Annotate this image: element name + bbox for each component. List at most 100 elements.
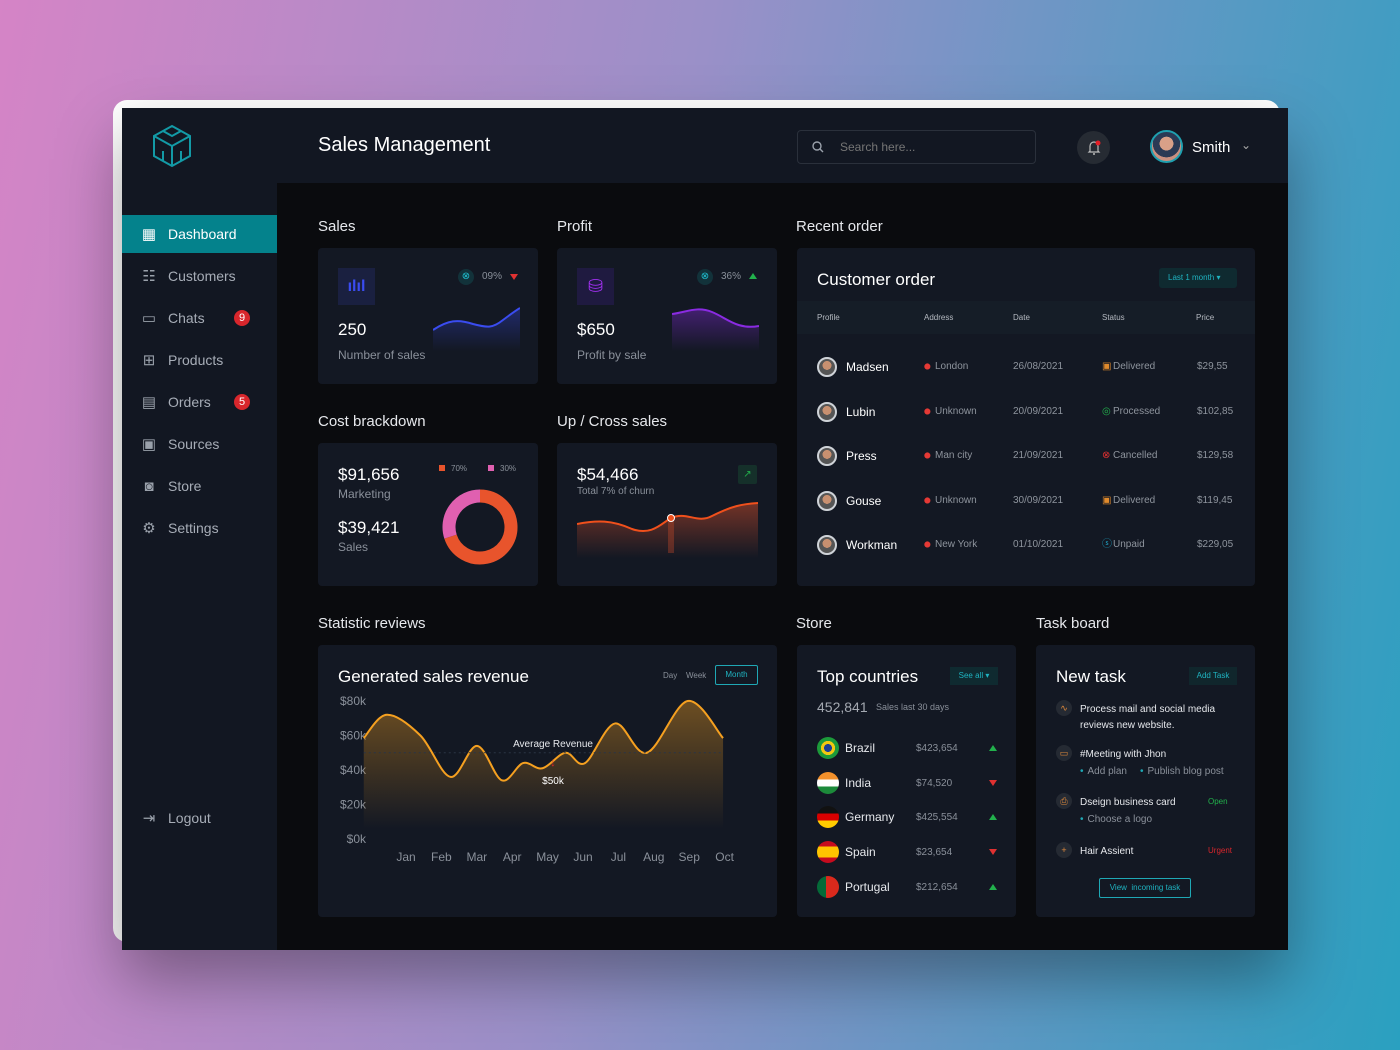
arrow-down-icon: ↓ [550,755,556,769]
status-text: Processed [1113,405,1161,417]
bar-chart-icon: ılıl [338,268,375,305]
task-title: #Meeting with Jhon [1080,749,1167,760]
trend-down-icon [989,849,997,856]
app-window: ▦ Dashboard ☷ Customers ▭ Chats 9 ⊞ Products ▤ Ord… [122,108,1288,950]
country-value: $212,654 [916,881,958,893]
task-item[interactable]: ∿ Process mail and social media reviews n… [1036,700,1255,740]
x-tick-label: May [536,850,559,864]
sidebar-item-store[interactable]: ◙ Store [122,467,277,505]
task-tag: Urgent [1208,846,1233,855]
customer-name: Lubin [846,404,876,419]
price: $102,85 [1197,405,1234,417]
task-title: Dseign business card [1080,797,1176,808]
search-box[interactable] [797,130,1036,164]
price: $229,05 [1197,539,1234,550]
period-dropdown-label: Last 1 month [1168,273,1215,282]
status-icon: ◎ [1102,405,1111,417]
sidebar-item-sources[interactable]: ▣ Sources [122,425,277,463]
page-title: Sales Management [318,134,491,156]
subtask: Add plan [1080,766,1127,777]
task-item[interactable]: + Hair Assient Urgent [1036,842,1255,882]
video-icon: ▭ [1056,745,1072,761]
dashboard-icon: ▦ [141,226,157,243]
sales-card: ılıl ⊗ 09% 250 Number of sales [318,248,538,384]
view-incoming-task-button[interactable]: View incoming task [1099,878,1191,898]
trend-down-icon [510,274,518,280]
user-avatar[interactable] [1150,130,1183,163]
x-tick-label: Jan [396,850,415,864]
profit-card: ⛁ ⊗ 36% $650 Profit by sale [557,248,777,384]
location-pin-icon: ⬤ [924,364,931,370]
sidebar-item-customers[interactable]: ☷ Customers [122,257,277,295]
column-header: Address [924,313,954,322]
task-tag: Open [1208,797,1228,806]
logout-icon: ⇥ [142,810,156,827]
gear-icon: ⚙ [142,520,156,537]
trend-up-icon [989,883,997,890]
subtask: Publish blog post [1140,766,1224,777]
sidebar: ▦ Dashboard ☷ Customers ▭ Chats 9 ⊞ Products ▤ Ord… [122,108,277,950]
top-countries-title: Top countries [817,667,919,686]
cross-sales-card: $54,466 Total 7% of churn ↗ [557,443,777,586]
address: Unknown [935,405,977,417]
gift-icon: ⊞ [142,352,156,369]
stats-section-title: Statistic reviews [318,615,426,632]
sidebar-item-settings[interactable]: ⚙ Settings [122,509,277,547]
add-task-button[interactable]: Add Task [1189,667,1237,685]
flag-germany-icon [817,806,839,829]
country-value: $74,520 [916,777,953,789]
period-dropdown[interactable]: Last 1 month ▾ [1159,268,1237,288]
see-all-dropdown[interactable]: See all ▾ [950,667,998,685]
table-row[interactable]: Press ⬤ Man city 21/09/2021 ⊗ Cancelled $129,5… [797,441,1255,471]
sidebar-item-dashboard[interactable]: ▦ Dashboard [122,215,277,253]
sidebar-item-label: Dashboard [168,226,237,242]
table-row[interactable]: Gouse ⬤ Unknown 30/09/2021 ▣ Delivered $119,45 [797,486,1255,516]
notification-button[interactable] [1077,131,1110,164]
x-circle-icon: ⊗ [458,269,474,285]
location-pin-icon: ⬤ [924,497,931,504]
avatar [817,401,837,422]
avatar [817,535,837,555]
chat-icon: ▭ [141,310,157,327]
sidebar-item-orders[interactable]: ▤ Orders 5 [122,383,277,421]
task-item[interactable]: ⎙ Dseign business card Open Choose a logo [1036,793,1255,833]
customer-name: Madsen [846,360,889,374]
logout-button[interactable]: ⇥ Logout [122,799,277,837]
sidebar-item-label: Settings [168,520,219,536]
legend-swatch-sales [488,465,494,471]
customer-order-title: Customer order [817,270,936,289]
search-input[interactable] [840,140,1020,154]
status-icon: ▣ [1102,494,1112,506]
profit-sparkline [672,308,759,351]
task-item[interactable]: ▭ #Meeting with Jhon Add plan Publish blog … [1036,745,1255,785]
revenue-area [363,700,724,829]
status-text: Unpaid [1113,539,1145,550]
store-total: 452,841 [817,699,868,715]
search-icon [812,141,824,153]
status-text: Delivered [1113,494,1156,506]
legend-swatch-marketing [439,465,445,471]
cost-card: $91,656 Marketing $39,421 Sales 70% 30% [318,443,538,586]
x-tick-label: Aug [643,850,664,864]
status-text: Delivered [1113,361,1156,372]
user-name[interactable]: Smith [1192,139,1230,156]
sidebar-item-products[interactable]: ⊞ Products [122,341,277,379]
sidebar-item-chats[interactable]: ▭ Chats 9 [122,299,277,337]
table-row[interactable]: Madsen ⬤ London 26/08/2021 ▣ Delivered $29,55 [797,352,1255,382]
new-task-title: New task [1056,667,1126,686]
marketing-label: Marketing [338,487,391,501]
caret-down-icon: ▾ [1216,273,1221,282]
annotation-label: Average Revenue [513,739,593,750]
x-tick-label: Apr [503,850,522,864]
column-header: Status [1102,313,1125,322]
profit-section-title: Profit [557,218,593,235]
donut-slice [442,489,481,539]
table-row[interactable]: Lubin ⬤ Unknown 20/09/2021 ◎ Processed $102,85 [797,397,1255,427]
chevron-down-icon[interactable]: ⌄ [1241,138,1251,152]
avatar [817,446,837,466]
status-icon: ⊗ [1102,450,1111,461]
clipboard-icon: ▤ [141,394,157,411]
order-date: 20/09/2021 [1013,405,1064,417]
marketing-value: $91,656 [338,465,400,484]
table-row[interactable]: Workman ⬤ New York 01/10/2021 ⓢ Unpaid $229,05 [797,530,1255,560]
